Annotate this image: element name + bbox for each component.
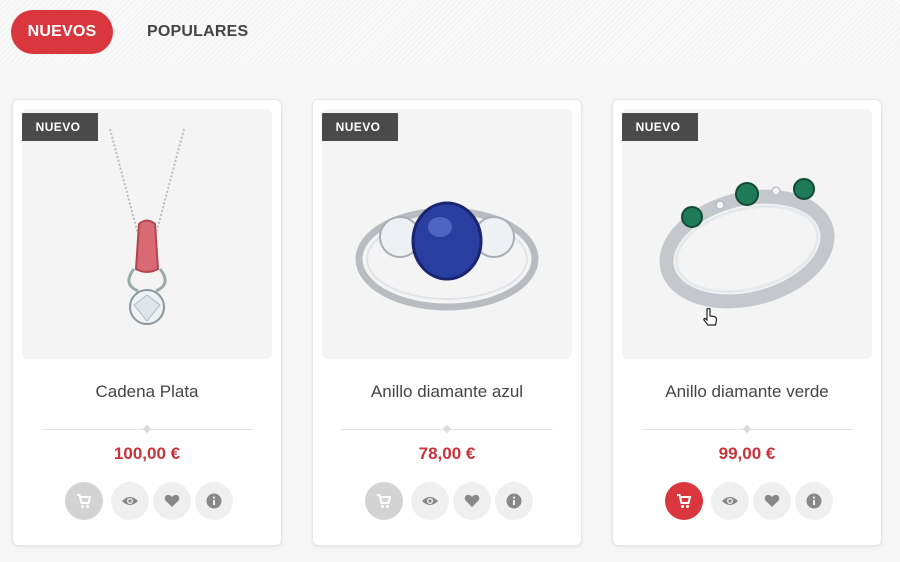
product-image[interactable]: NUEVO <box>322 109 572 359</box>
hand-cursor-icon <box>703 308 718 326</box>
product-price: 78,00 € <box>418 444 476 463</box>
product-name[interactable]: Anillo diamante verde <box>613 382 881 402</box>
wishlist-button[interactable] <box>453 482 491 520</box>
new-badge: NUEVO <box>622 113 698 141</box>
info-button[interactable] <box>195 482 233 520</box>
product-actions <box>65 482 235 520</box>
wishlist-button[interactable] <box>153 482 191 520</box>
info-button[interactable] <box>795 482 833 520</box>
cart-icon <box>77 494 92 508</box>
product-card[interactable]: NUEVO Anillo diamante verde 99,00 € <box>612 99 882 546</box>
tab-nuevos[interactable]: NUEVOS <box>11 10 113 54</box>
tab-bar: NUEVOS POPULARES <box>0 0 900 64</box>
add-to-cart-button[interactable] <box>665 482 703 520</box>
add-to-cart-button[interactable] <box>65 482 103 520</box>
product-actions <box>665 482 835 520</box>
divider-diamond <box>742 424 752 434</box>
info-icon <box>206 493 222 509</box>
add-to-cart-button[interactable] <box>365 482 403 520</box>
info-icon <box>806 493 822 509</box>
product-actions <box>365 482 535 520</box>
product-name[interactable]: Cadena Plata <box>13 382 281 402</box>
quick-view-button[interactable] <box>111 482 149 520</box>
pendant-necklace-image <box>109 128 185 325</box>
product-price: 100,00 € <box>113 444 181 463</box>
divider-diamond <box>442 424 452 434</box>
product-name[interactable]: Anillo diamante azul <box>313 382 581 402</box>
product-card[interactable]: NUEVO Cadena Plata 100,00 € <box>12 99 282 546</box>
info-button[interactable] <box>495 482 533 520</box>
heart-icon <box>764 494 780 507</box>
cart-icon <box>677 494 692 508</box>
product-image[interactable]: NUEVO <box>22 109 272 359</box>
product-price: 99,00 € <box>718 444 776 463</box>
heart-icon <box>464 494 480 507</box>
quick-view-button[interactable] <box>411 482 449 520</box>
new-badge: NUEVO <box>22 113 98 141</box>
blue-sapphire-ring-image <box>355 201 539 311</box>
divider-diamond <box>142 424 152 434</box>
eye-icon <box>422 497 438 505</box>
green-stone-band-ring-image <box>659 178 835 309</box>
info-icon <box>506 493 522 509</box>
product-card[interactable]: NUEVO Anillo diamante azul 78,00 € <box>312 99 582 546</box>
tab-populares[interactable]: POPULARES <box>147 10 248 54</box>
quick-view-button[interactable] <box>711 482 749 520</box>
eye-icon <box>722 497 738 505</box>
product-image[interactable]: NUEVO <box>622 109 872 359</box>
eye-icon <box>122 497 138 505</box>
new-badge: NUEVO <box>322 113 398 141</box>
cart-icon <box>377 494 392 508</box>
wishlist-button[interactable] <box>753 482 791 520</box>
heart-icon <box>164 494 180 507</box>
